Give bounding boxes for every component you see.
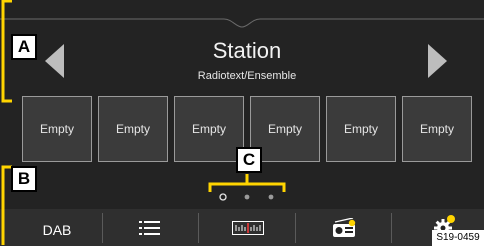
- preset-label: Empty: [39, 122, 74, 136]
- callout-b-marker: B: [11, 166, 37, 192]
- preset-label: Empty: [115, 122, 150, 136]
- callout-c-marker: C: [236, 147, 262, 173]
- station-info: Radiotext/Ensemble: [197, 70, 297, 82]
- menu-divider: [295, 213, 296, 243]
- preset-button-5[interactable]: Empty: [326, 96, 396, 162]
- callout-a-marker: A: [11, 34, 37, 60]
- preset-button-6[interactable]: Empty: [402, 96, 472, 162]
- next-station-button[interactable]: [428, 44, 448, 83]
- top-divider: [0, 18, 484, 28]
- preset-button-2[interactable]: Empty: [98, 96, 168, 162]
- preset-button-3[interactable]: Empty: [174, 96, 244, 162]
- infotainment-screen: Station Radiotext/Ensemble Empty Empty E…: [0, 0, 484, 246]
- preset-label: Empty: [191, 122, 226, 136]
- menu-divider: [391, 213, 392, 243]
- preset-label: Empty: [343, 122, 378, 136]
- chevron-right-icon: [428, 44, 447, 78]
- frequency-scale-icon[interactable]: [232, 221, 264, 235]
- preset-label: Empty: [419, 122, 454, 136]
- menu-divider: [102, 213, 103, 243]
- preset-button-1[interactable]: Empty: [22, 96, 92, 162]
- station-name: Station: [212, 38, 282, 63]
- source-dab-button[interactable]: DAB: [14, 222, 100, 238]
- figure-reference: S19-0459: [432, 230, 484, 246]
- menu-divider: [198, 213, 199, 243]
- preset-label: Empty: [267, 122, 302, 136]
- radio-settings-icon[interactable]: [332, 218, 358, 238]
- list-icon[interactable]: [139, 220, 161, 236]
